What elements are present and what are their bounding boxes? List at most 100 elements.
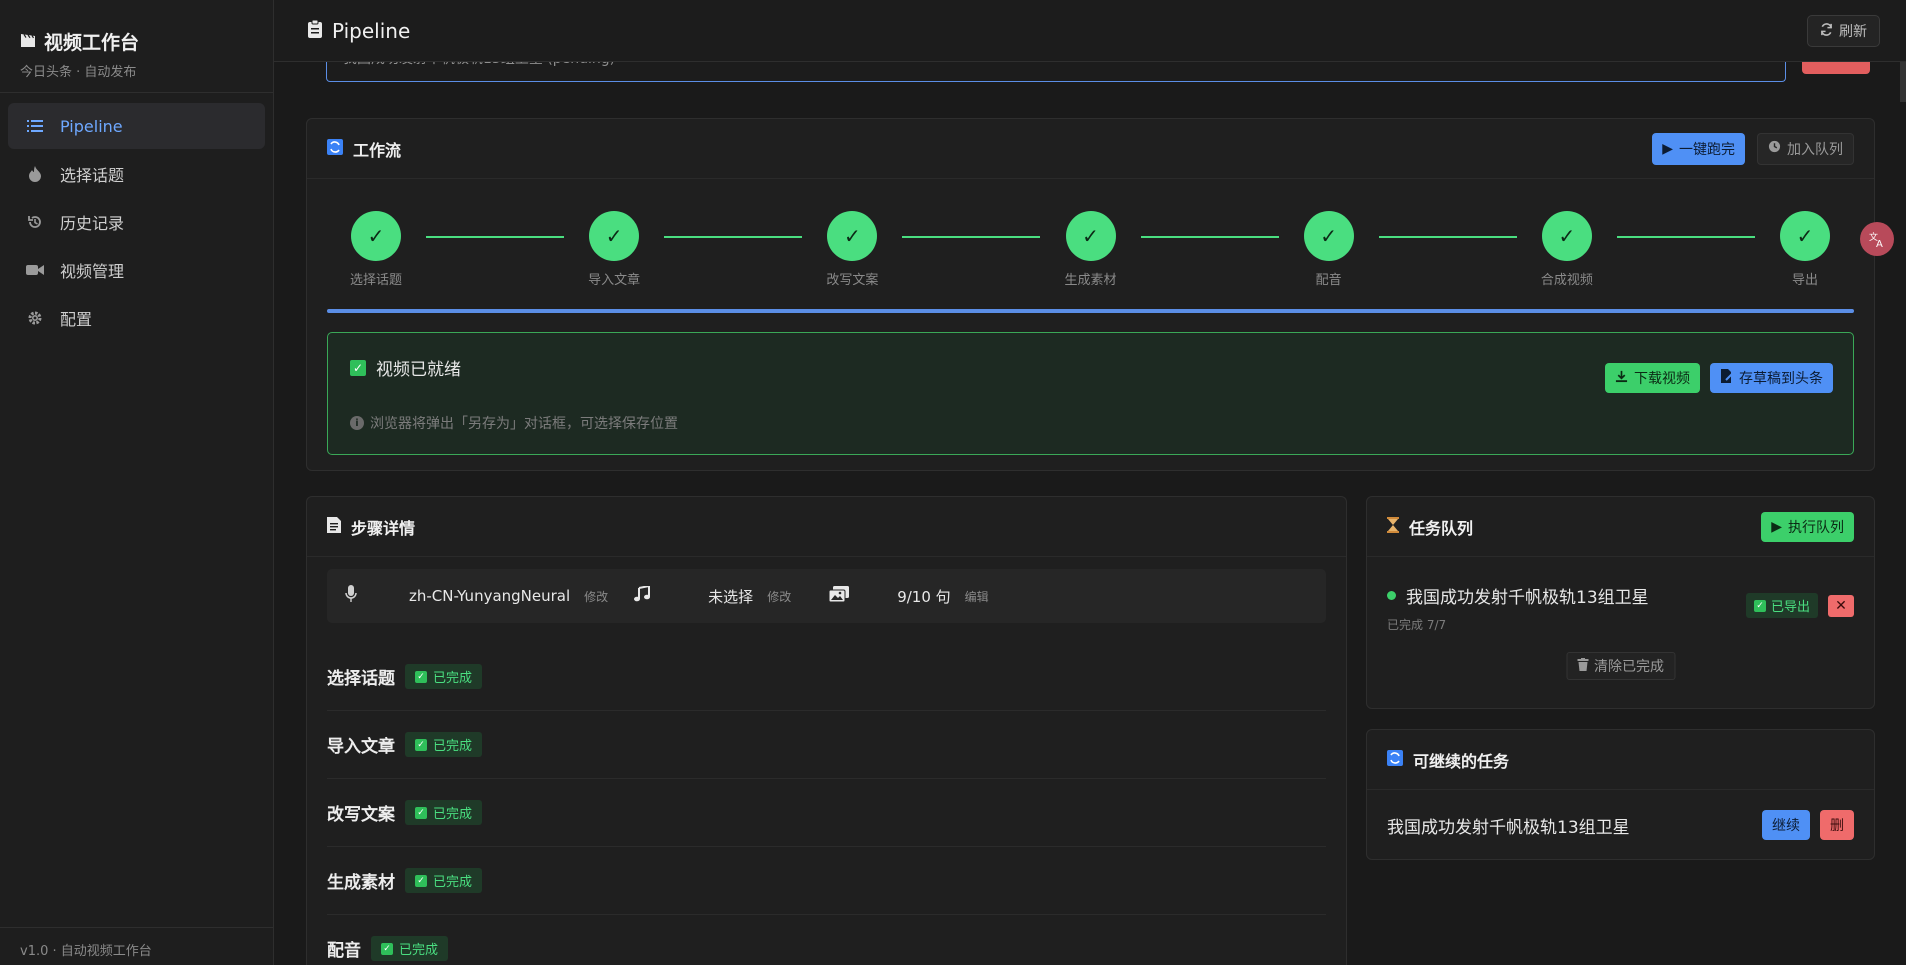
edit-music-link[interactable]: 修改: [767, 588, 791, 605]
save-draft-label: 存草稿到头条: [1739, 371, 1823, 387]
step-name: 生成素材: [327, 873, 395, 893]
workflow-title: 工作流: [353, 140, 402, 160]
status-badge: ✓ 已完成: [371, 936, 449, 961]
add-queue-label: 加入队列: [1787, 141, 1843, 158]
music-selection: 未选择: [708, 587, 754, 606]
topbar: Pipeline 刷新: [274, 0, 1906, 62]
delete-button[interactable]: 删: [1820, 810, 1854, 840]
workflow-step[interactable]: ✓ 生成素材: [1041, 211, 1141, 288]
resumable-header: 可继续的任务: [1367, 730, 1874, 790]
step-label: 导入文章: [588, 273, 641, 288]
workflow-step[interactable]: ✓ 配音: [1279, 211, 1379, 288]
workflow-step[interactable]: ✓ 改写文案: [802, 211, 902, 288]
step-done-icon: ✓: [1303, 211, 1354, 261]
status-text: 已导出: [1770, 600, 1810, 615]
history-icon: [26, 213, 44, 231]
task-queue-header: 任务队列 ▶ 执行队列: [1367, 497, 1874, 557]
step-connector: [1140, 236, 1279, 238]
check-icon: ✓: [1753, 599, 1766, 612]
workflow-progress-bar: [327, 309, 1854, 313]
images-icon: [828, 586, 850, 606]
step-connector: [1616, 236, 1755, 238]
step-connector: [664, 236, 803, 238]
check-icon: ✓: [415, 806, 427, 819]
workflow-header: 工作流 ▶ 一键跑完 加入队列: [307, 119, 1874, 179]
main-area: Pipeline 刷新 我国成功发射千帆极轨13组卫星 (pending) 工作…: [274, 0, 1906, 965]
queue-item: 我国成功发射千帆极轨13组卫星 已完成 7/7 ✓ 已导出 ✕: [1387, 583, 1854, 633]
sidebar-item-config[interactable]: 配置: [8, 295, 265, 341]
gear-icon: [26, 309, 44, 327]
step-done-icon: ✓: [589, 211, 640, 261]
workflow-card: 工作流 ▶ 一键跑完 加入队列 ✓ 选择话题 ✓ 导入文章 ✓ 改写文案 ✓ 生成素材 ✓ 配音 ✓…: [306, 118, 1875, 471]
workflow-step[interactable]: ✓ 合成视频: [1517, 211, 1617, 288]
run-queue-button[interactable]: ▶ 执行队列: [1761, 511, 1854, 542]
translate-icon[interactable]: 文A: [1860, 222, 1894, 256]
resumable-title: 可继续的任务: [1413, 751, 1510, 771]
step-name: 导入文章: [327, 737, 395, 757]
fire-icon: [26, 165, 44, 183]
clock-icon: [1768, 140, 1781, 157]
check-icon: ✓: [415, 670, 427, 683]
step-label: 导出: [1791, 273, 1818, 288]
sidebar-footer: v1.0 · 自动视频工作台: [0, 927, 273, 965]
brand: 视频工作台 今日头条 · 自动发布: [0, 0, 273, 93]
edit-images-link[interactable]: 编辑: [965, 588, 989, 605]
video-ready-panel: ✓ 视频已就绪 下载视频 存草稿到头条 i 浏览器将弹出「另存为」对话框，可选择…: [327, 332, 1854, 455]
download-video-button[interactable]: 下载视频: [1605, 363, 1700, 393]
run-all-label: 一键跑完: [1679, 141, 1735, 158]
save-draft-button[interactable]: 存草稿到头条: [1710, 363, 1833, 393]
step-name: 选择话题: [327, 669, 395, 689]
sidebar-item-label: Pipeline: [60, 116, 123, 136]
workflow-step[interactable]: ✓ 导入文章: [564, 211, 664, 288]
check-icon: ✓: [415, 738, 427, 751]
voice-name: zh-CN-YunyangNeural: [409, 587, 571, 605]
status-badge: ✓ 已完成: [405, 800, 483, 825]
step-label: 改写文案: [826, 273, 879, 288]
workflow-step[interactable]: ✓ 导出: [1755, 211, 1855, 288]
check-icon: ✓: [415, 874, 427, 887]
play-icon: ▶: [1771, 518, 1782, 535]
clear-completed-button[interactable]: 清除已完成: [1566, 652, 1675, 680]
sidebar-item-label: 选择话题: [60, 166, 125, 185]
step-name: 改写文案: [327, 805, 395, 825]
run-all-button[interactable]: ▶ 一键跑完: [1652, 132, 1745, 165]
queue-item-progress: 已完成 7/7: [1387, 618, 1447, 632]
sidebar-item-pipeline[interactable]: Pipeline: [8, 103, 265, 149]
sidebar-item-topics[interactable]: 选择话题: [8, 151, 265, 197]
check-icon: ✓: [350, 359, 366, 376]
scrollbar[interactable]: [1900, 62, 1906, 102]
remove-queue-item-button[interactable]: ✕: [1828, 594, 1854, 617]
continue-button[interactable]: 继续: [1762, 810, 1810, 840]
step-connector: [902, 236, 1041, 238]
video-ready-actions: 下载视频 存草稿到头条: [1605, 363, 1833, 393]
resumable-tasks-card: 可继续的任务 我国成功发射千帆极轨13组卫星 继续 删: [1366, 729, 1875, 860]
list-item: 导入文章 ✓ 已完成: [327, 711, 1326, 779]
workflow-step[interactable]: ✓ 选择话题: [326, 211, 426, 288]
resumable-item-actions: 继续 删: [1762, 810, 1854, 840]
microphone-icon: [345, 585, 357, 607]
clipboard-icon: [308, 19, 322, 43]
sidebar-nav: Pipeline 选择话题 历史记录 视频管理 配置: [0, 93, 273, 353]
step-label: 生成素材: [1064, 273, 1117, 288]
file-edit-icon: [1720, 369, 1733, 387]
info-icon: i: [350, 416, 364, 430]
sidebar-item-videos[interactable]: 视频管理: [8, 247, 265, 293]
status-badge: ✓ 已完成: [405, 868, 483, 893]
page-title-text: Pipeline: [332, 18, 411, 43]
queue-item-title-text: 我国成功发射千帆极轨13组卫星: [1406, 588, 1649, 608]
music-note-icon: [634, 584, 651, 606]
refresh-button[interactable]: 刷新: [1807, 14, 1880, 47]
clapperboard-icon: [20, 31, 36, 53]
cycle-icon: [1387, 749, 1403, 770]
workflow-steps: ✓ 选择话题 ✓ 导入文章 ✓ 改写文案 ✓ 生成素材 ✓ 配音 ✓ 合成视频 ✓ 导出: [350, 211, 1830, 301]
sidebar-item-label: 视频管理: [60, 262, 125, 281]
add-to-queue-button[interactable]: 加入队列: [1757, 132, 1854, 165]
sidebar-item-history[interactable]: 历史记录: [8, 199, 265, 245]
list-item: 改写文案 ✓ 已完成: [327, 779, 1326, 847]
download-icon: [1615, 370, 1628, 387]
list-item: 选择话题 ✓ 已完成: [327, 643, 1326, 711]
list-icon: [26, 117, 44, 135]
step-details-title: 步骤详情: [351, 518, 416, 538]
task-queue-card: 任务队列 ▶ 执行队列 我国成功发射千帆极轨13组卫星 已完成 7/7 ✓ 已导…: [1366, 496, 1875, 709]
edit-voice-link[interactable]: 修改: [584, 588, 608, 605]
